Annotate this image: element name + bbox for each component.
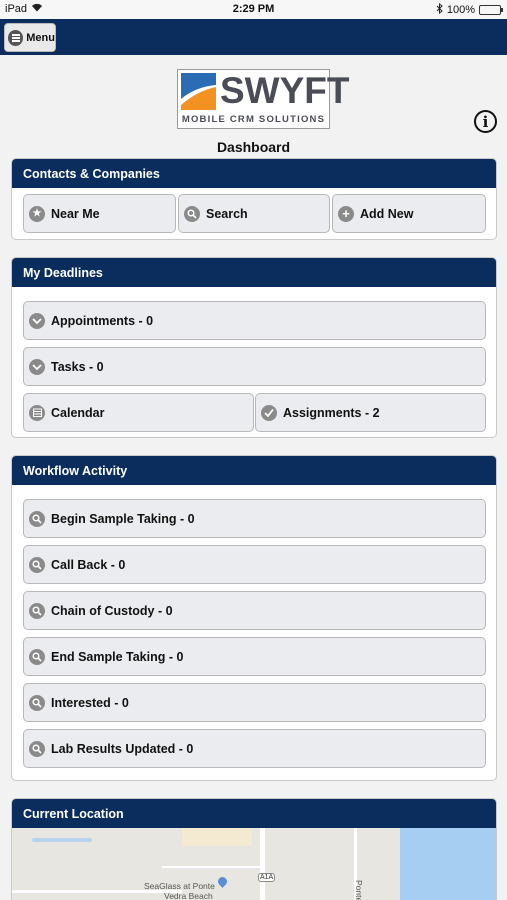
add-new-button[interactable]: + Add New	[332, 194, 486, 233]
search-icon	[29, 740, 45, 757]
map-pin-icon	[216, 875, 229, 888]
map-area	[182, 828, 252, 846]
appointments-button[interactable]: Appointments - 0	[23, 301, 486, 340]
checkmark-icon	[261, 404, 277, 421]
location-panel: Current Location SeaGlass at Ponte Vedra…	[11, 798, 497, 900]
workflow-item-label: Chain of Custody - 0	[51, 603, 173, 618]
workflow-item-lab-results-updated[interactable]: Lab Results Updated - 0	[23, 729, 486, 768]
calendar-icon	[29, 404, 45, 421]
map-route-shield: A1A	[258, 873, 276, 882]
assignments-label: Assignments - 2	[283, 405, 380, 420]
assignments-button[interactable]: Assignments - 2	[255, 393, 486, 432]
search-icon	[29, 648, 45, 665]
search-label: Search	[206, 206, 248, 221]
workflow-item-label: Interested - 0	[51, 695, 129, 710]
menu-label: Menu	[26, 31, 55, 44]
swyft-logo-mark	[181, 73, 216, 110]
workflow-item-label: Lab Results Updated - 0	[51, 741, 194, 756]
bluetooth-icon	[436, 2, 443, 17]
workflow-item-label: Begin Sample Taking - 0	[51, 511, 195, 526]
hamburger-icon	[8, 29, 24, 46]
top-bar: Menu	[0, 19, 507, 55]
swyft-logo: SWYFT MOBILE CRM SOLUTIONS	[177, 69, 349, 129]
deadlines-header: My Deadlines	[12, 258, 496, 287]
map-waterway	[32, 838, 92, 842]
search-button[interactable]: Search	[178, 194, 330, 233]
battery-icon	[479, 5, 503, 15]
page-title: Dashboard	[216, 139, 291, 155]
tasks-button[interactable]: Tasks - 0	[23, 347, 486, 386]
search-icon	[29, 510, 45, 527]
calendar-button[interactable]: Calendar	[23, 393, 254, 432]
workflow-item-chain-of-custody[interactable]: Chain of Custody - 0	[23, 591, 486, 630]
map-poi-label: Vedra Beach	[164, 891, 213, 900]
tasks-label: Tasks - 0	[51, 359, 104, 374]
chevron-down-icon	[29, 312, 45, 329]
battery-percent: 100%	[446, 4, 475, 16]
near-me-label: Near Me	[51, 206, 100, 221]
contacts-header: Contacts & Companies	[12, 159, 496, 188]
workflow-item-call-back[interactable]: Call Back - 0	[23, 545, 486, 584]
workflow-item-label: End Sample Taking - 0	[51, 649, 184, 664]
search-icon	[29, 694, 45, 711]
deadlines-panel: My Deadlines Appointments - 0 Tasks - 0 …	[11, 257, 497, 438]
star-icon: ★	[29, 205, 45, 222]
map-poi-label: SeaGlass at Ponte	[144, 881, 215, 891]
menu-button[interactable]: Menu	[4, 23, 56, 52]
workflow-panel: Workflow Activity Begin Sample Taking - …	[11, 455, 497, 781]
map-road	[162, 866, 262, 868]
workflow-item-begin-sample-taking[interactable]: Begin Sample Taking - 0	[23, 499, 486, 538]
status-time: 2:29 PM	[232, 3, 275, 15]
search-icon	[29, 602, 45, 619]
search-icon	[29, 556, 45, 573]
map-road	[260, 828, 265, 900]
location-map[interactable]: SeaGlass at Ponte Vedra Beach A1A Ponte	[12, 828, 496, 900]
plus-icon: +	[338, 205, 354, 222]
contacts-panel: Contacts & Companies ★ Near Me Search + …	[11, 158, 497, 240]
map-street-label: Ponte	[354, 880, 364, 900]
workflow-header: Workflow Activity	[12, 456, 496, 485]
add-new-label: Add New	[360, 206, 414, 221]
chevron-down-icon	[29, 358, 45, 375]
status-bar: iPad 2:29 PM 100%	[0, 0, 507, 19]
workflow-item-interested[interactable]: Interested - 0	[23, 683, 486, 722]
workflow-item-label: Call Back - 0	[51, 557, 126, 572]
logo-wordmark: SWYFT	[220, 70, 350, 111]
near-me-button[interactable]: ★ Near Me	[23, 194, 176, 233]
search-icon	[184, 205, 200, 222]
appointments-label: Appointments - 0	[51, 313, 154, 328]
calendar-label: Calendar	[51, 405, 105, 420]
location-header: Current Location	[12, 799, 496, 828]
workflow-item-end-sample-taking[interactable]: End Sample Taking - 0	[23, 637, 486, 676]
logo-tagline: MOBILE CRM SOLUTIONS	[181, 114, 326, 125]
map-water	[400, 828, 496, 900]
info-icon[interactable]: i	[474, 110, 497, 133]
